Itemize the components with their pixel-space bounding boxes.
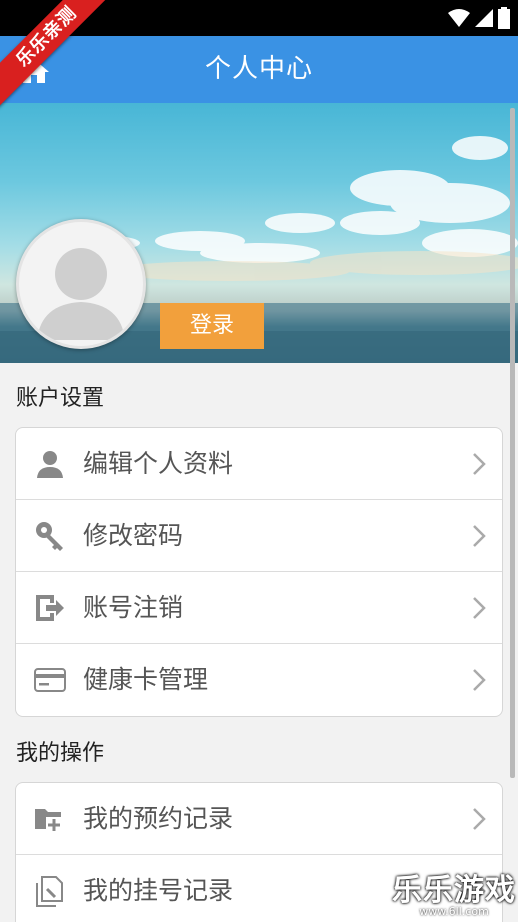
card-icon	[34, 668, 66, 692]
document-icon	[36, 876, 63, 907]
chevron-right-icon	[473, 669, 486, 691]
user-icon	[37, 451, 63, 478]
edit-profile-item[interactable]: 编辑个人资料	[16, 428, 502, 500]
account-section-title: 账户设置	[16, 386, 105, 411]
chevron-right-icon	[473, 597, 486, 619]
key-icon	[36, 522, 63, 551]
health-card-label: 健康卡管理	[83, 665, 209, 694]
chevron-right-icon	[473, 808, 486, 830]
registration-records-label: 我的挂号记录	[83, 876, 234, 905]
chevron-right-icon	[473, 525, 486, 547]
health-card-item[interactable]: 健康卡管理	[16, 644, 502, 716]
login-button[interactable]: 登录	[160, 303, 264, 349]
battery-icon	[498, 7, 510, 29]
edit-profile-label: 编辑个人资料	[83, 449, 234, 478]
avatar[interactable]	[16, 219, 146, 349]
appointment-records-label: 我的预约记录	[83, 804, 234, 833]
folder-plus-icon	[35, 809, 62, 833]
logout-icon	[36, 595, 64, 621]
change-password-label: 修改密码	[83, 521, 184, 550]
wifi-icon	[448, 9, 470, 27]
deactivate-account-item[interactable]: 账号注销	[16, 572, 502, 644]
signal-icon	[475, 9, 493, 27]
account-settings-card: 编辑个人资料 修改密码 账号注销 健康卡管理	[15, 427, 503, 717]
app-bar: 个人中心	[0, 36, 518, 103]
watermark-text: 乐乐游戏	[392, 873, 516, 908]
chevron-right-icon	[473, 453, 486, 475]
default-avatar-icon	[37, 248, 125, 340]
change-password-item[interactable]: 修改密码	[16, 500, 502, 572]
watermark: 乐乐游戏 www.6ll.com	[392, 865, 516, 918]
scrollbar[interactable]	[510, 108, 515, 778]
appointment-records-item[interactable]: 我的预约记录	[16, 783, 502, 855]
operations-section-title: 我的操作	[16, 741, 105, 766]
page-title: 个人中心	[204, 54, 313, 84]
deactivate-account-label: 账号注销	[83, 593, 184, 622]
